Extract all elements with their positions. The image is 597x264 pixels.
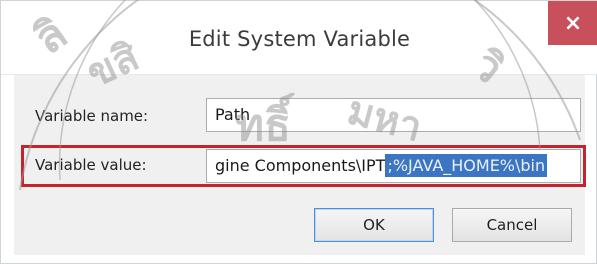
title-bar: Edit System Variable × <box>1 1 597 75</box>
close-button[interactable]: × <box>548 1 597 45</box>
edit-system-variable-dialog: Edit System Variable × Variable name: Pa… <box>0 0 597 264</box>
variable-name-label: Variable name: <box>35 107 149 125</box>
highlight-box <box>21 145 586 187</box>
variable-name-input[interactable]: Path <box>206 98 581 132</box>
close-icon: × <box>563 10 583 36</box>
dialog-title: Edit System Variable <box>188 27 411 51</box>
variable-name-value: Path <box>215 105 251 124</box>
cancel-button[interactable]: Cancel <box>452 208 572 242</box>
ok-button[interactable]: OK <box>314 208 434 242</box>
